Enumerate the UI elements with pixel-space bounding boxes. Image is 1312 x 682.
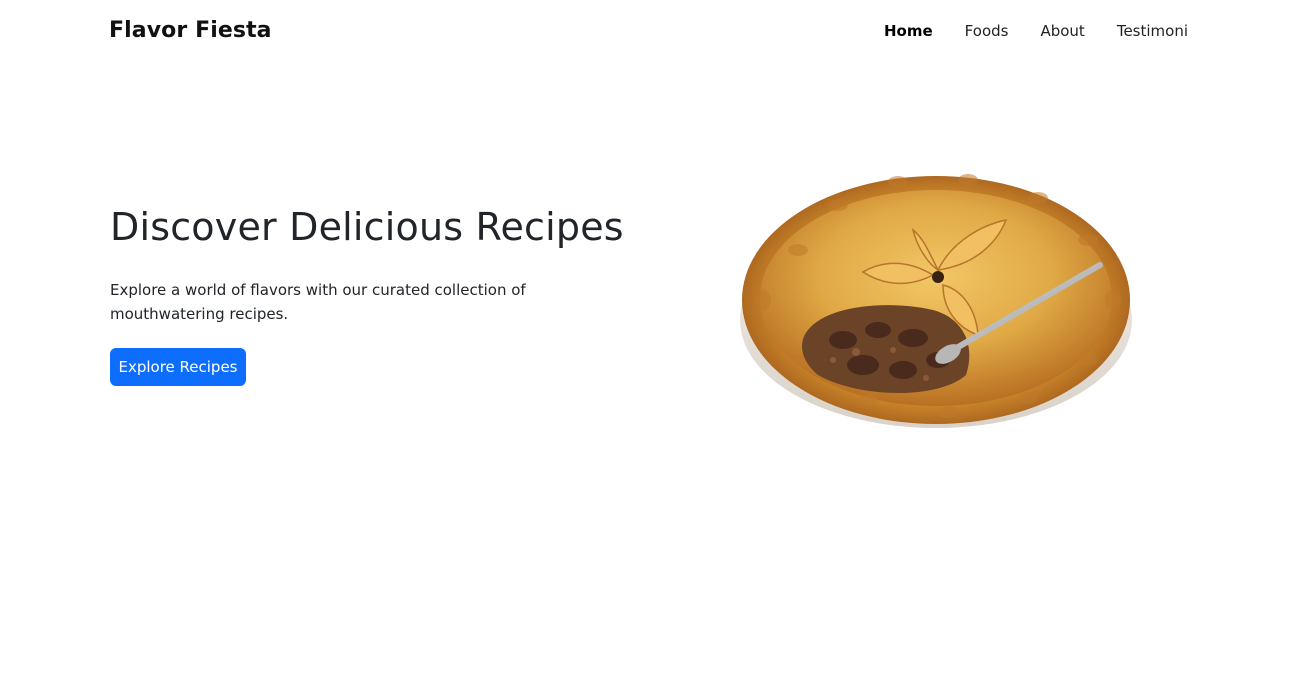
brand-logo[interactable]: Flavor Fiesta — [109, 18, 272, 43]
hero-description: Explore a world of flavors with our cura… — [110, 281, 526, 323]
nav-item-foods[interactable]: Foods — [965, 22, 1009, 40]
nav-item-testimoni[interactable]: Testimoni — [1117, 22, 1188, 40]
hero-title: Discover Delicious Recipes — [110, 205, 624, 249]
navbar: Flavor Fiesta Home Foods About Testimoni — [0, 0, 1312, 64]
nav-item-home[interactable]: Home — [884, 22, 933, 40]
pie-with-spoon-image — [740, 174, 1132, 428]
explore-recipes-button[interactable]: Explore Recipes — [110, 348, 246, 386]
nav-item-about[interactable]: About — [1040, 22, 1084, 40]
main-nav: Home Foods About Testimoni — [852, 22, 1188, 40]
